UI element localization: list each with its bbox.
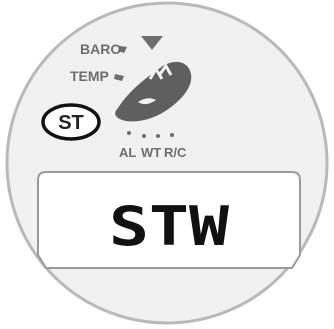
dial-bezel xyxy=(5,1,329,325)
mode-label-st: ST xyxy=(58,112,84,134)
watch-dial: BARO TEMP ST AL WT R/C STW xyxy=(5,1,329,325)
display-text: STW xyxy=(109,195,230,258)
mode-label-temp: TEMP xyxy=(70,68,109,84)
wt-dot xyxy=(142,134,146,138)
mode-label-rc: R/C xyxy=(164,145,187,160)
rc-dot xyxy=(156,134,160,138)
al-dot xyxy=(127,131,131,135)
mode-label-wt: WT xyxy=(141,145,161,160)
rc-dot-2 xyxy=(170,133,174,137)
mode-label-al: AL xyxy=(119,145,136,160)
mode-label-baro: BARO xyxy=(80,41,121,57)
